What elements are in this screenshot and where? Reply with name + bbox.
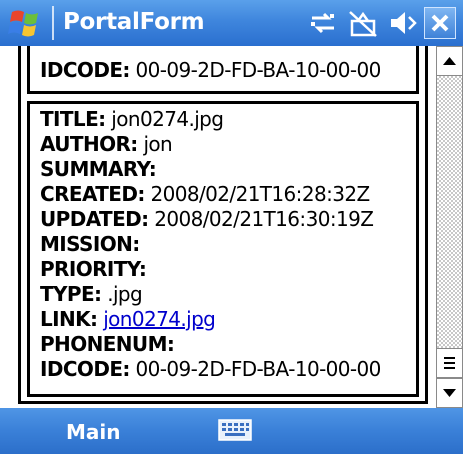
windows-start-icon[interactable] <box>6 6 46 40</box>
created-row: CREATED: 2008/02/21T16:28:32Z <box>40 182 370 206</box>
title-bar: PortalForm <box>0 0 463 46</box>
scroll-up-button[interactable] <box>436 46 463 76</box>
priority-row: PRIORITY: <box>40 257 147 281</box>
close-button[interactable] <box>424 7 456 39</box>
vertical-scrollbar[interactable] <box>436 46 463 408</box>
title-separator <box>52 6 54 40</box>
content-area: IDCODE: 00-09-2D-FD-BA-10-00-00 TITLE: j… <box>0 46 463 408</box>
phonenum-row: PHONENUM: <box>40 332 175 356</box>
sync-icon[interactable] <box>308 9 338 37</box>
connectivity-icon[interactable] <box>346 9 380 37</box>
idcode-row: IDCODE: 00-09-2D-FD-BA-10-00-00 <box>40 357 381 381</box>
file-link[interactable]: jon0274.jpg <box>103 307 216 331</box>
type-row: TYPE: .jpg <box>40 282 143 306</box>
close-icon <box>431 14 449 32</box>
idcode-row: IDCODE: 00-09-2D-FD-BA-10-00-00 <box>40 58 381 82</box>
record-card[interactable]: TITLE: jon0274.jpg AUTHOR: jon SUMMARY: … <box>27 101 419 397</box>
scroll-down-button[interactable] <box>436 378 463 408</box>
main-menu-button[interactable]: Main <box>66 420 121 444</box>
mission-row: MISSION: <box>40 232 140 256</box>
volume-icon[interactable] <box>388 9 418 37</box>
scroll-thumb[interactable] <box>436 348 463 378</box>
updated-row: UPDATED: 2008/02/21T16:30:19Z <box>40 207 374 231</box>
scroll-track[interactable] <box>436 76 463 348</box>
record-card-previous[interactable]: IDCODE: 00-09-2D-FD-BA-10-00-00 <box>27 46 419 94</box>
link-row: LINK: jon0274.jpg <box>40 307 216 331</box>
grip-icon <box>444 357 455 369</box>
summary-row: SUMMARY: <box>40 157 157 181</box>
arrow-up-icon <box>443 57 456 65</box>
window-title: PortalForm <box>63 9 205 35</box>
keyboard-icon[interactable] <box>218 418 252 442</box>
arrow-down-icon <box>443 389 456 397</box>
title-row: TITLE: jon0274.jpg <box>40 107 224 131</box>
author-row: AUTHOR: jon <box>40 132 173 156</box>
menu-bar: Main <box>0 408 463 454</box>
